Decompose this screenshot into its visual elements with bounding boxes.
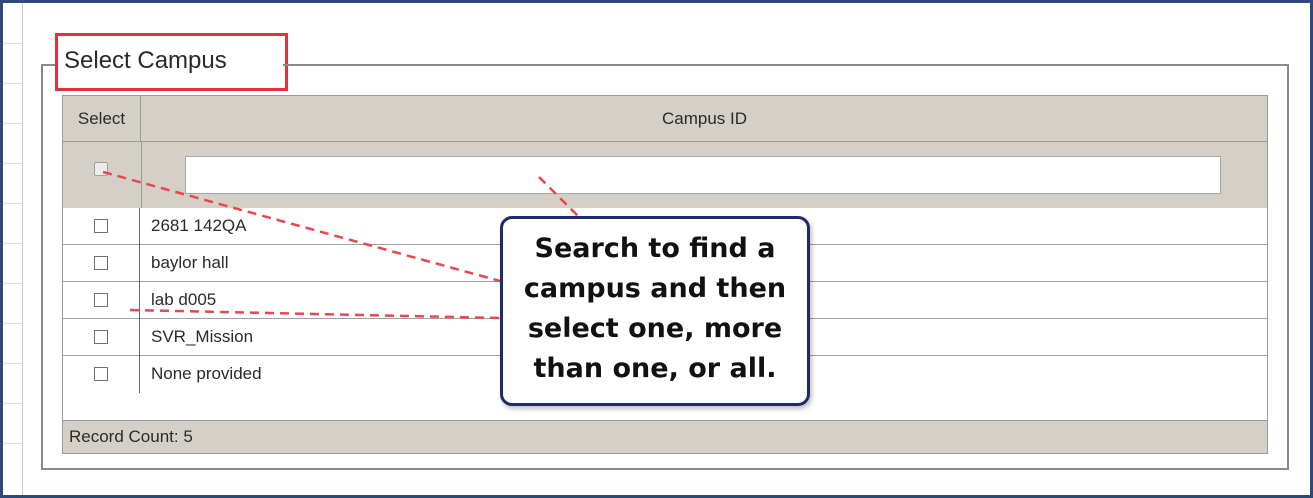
- record-count: Record Count: 5: [69, 427, 193, 446]
- filter-row: [63, 142, 1267, 208]
- column-header-campus-id[interactable]: Campus ID: [142, 96, 1267, 141]
- select-all-checkbox[interactable]: [94, 162, 108, 176]
- campus-id-cell: baylor hall: [151, 253, 229, 272]
- callout-line: Search to find a: [534, 233, 776, 264]
- campus-id-cell: 2681 142QA: [151, 216, 247, 235]
- row-checkbox[interactable]: [94, 330, 108, 344]
- left-side-panel: [3, 3, 23, 495]
- fieldset-legend: Select Campus: [64, 47, 227, 74]
- campus-id-filter-input[interactable]: [185, 156, 1221, 194]
- campus-id-cell: lab d005: [151, 290, 217, 309]
- campus-id-cell: None provided: [151, 364, 262, 383]
- callout-line: select one, more: [527, 313, 783, 344]
- instruction-callout: Search to find a campus and then select …: [500, 216, 810, 406]
- row-checkbox[interactable]: [94, 256, 108, 270]
- campus-id-cell: SVR_Mission: [151, 327, 254, 346]
- column-header-select[interactable]: Select: [63, 96, 141, 141]
- grid-footer: Record Count: 5: [63, 420, 1267, 453]
- fieldset-legend-highlight: Select Campus: [55, 33, 289, 91]
- grid-header: Select Campus ID: [63, 96, 1267, 142]
- row-checkbox[interactable]: [94, 293, 108, 307]
- callout-line: than one, or all.: [533, 353, 777, 384]
- row-checkbox[interactable]: [94, 219, 108, 233]
- callout-line: campus and then: [523, 273, 787, 304]
- row-checkbox[interactable]: [94, 367, 108, 381]
